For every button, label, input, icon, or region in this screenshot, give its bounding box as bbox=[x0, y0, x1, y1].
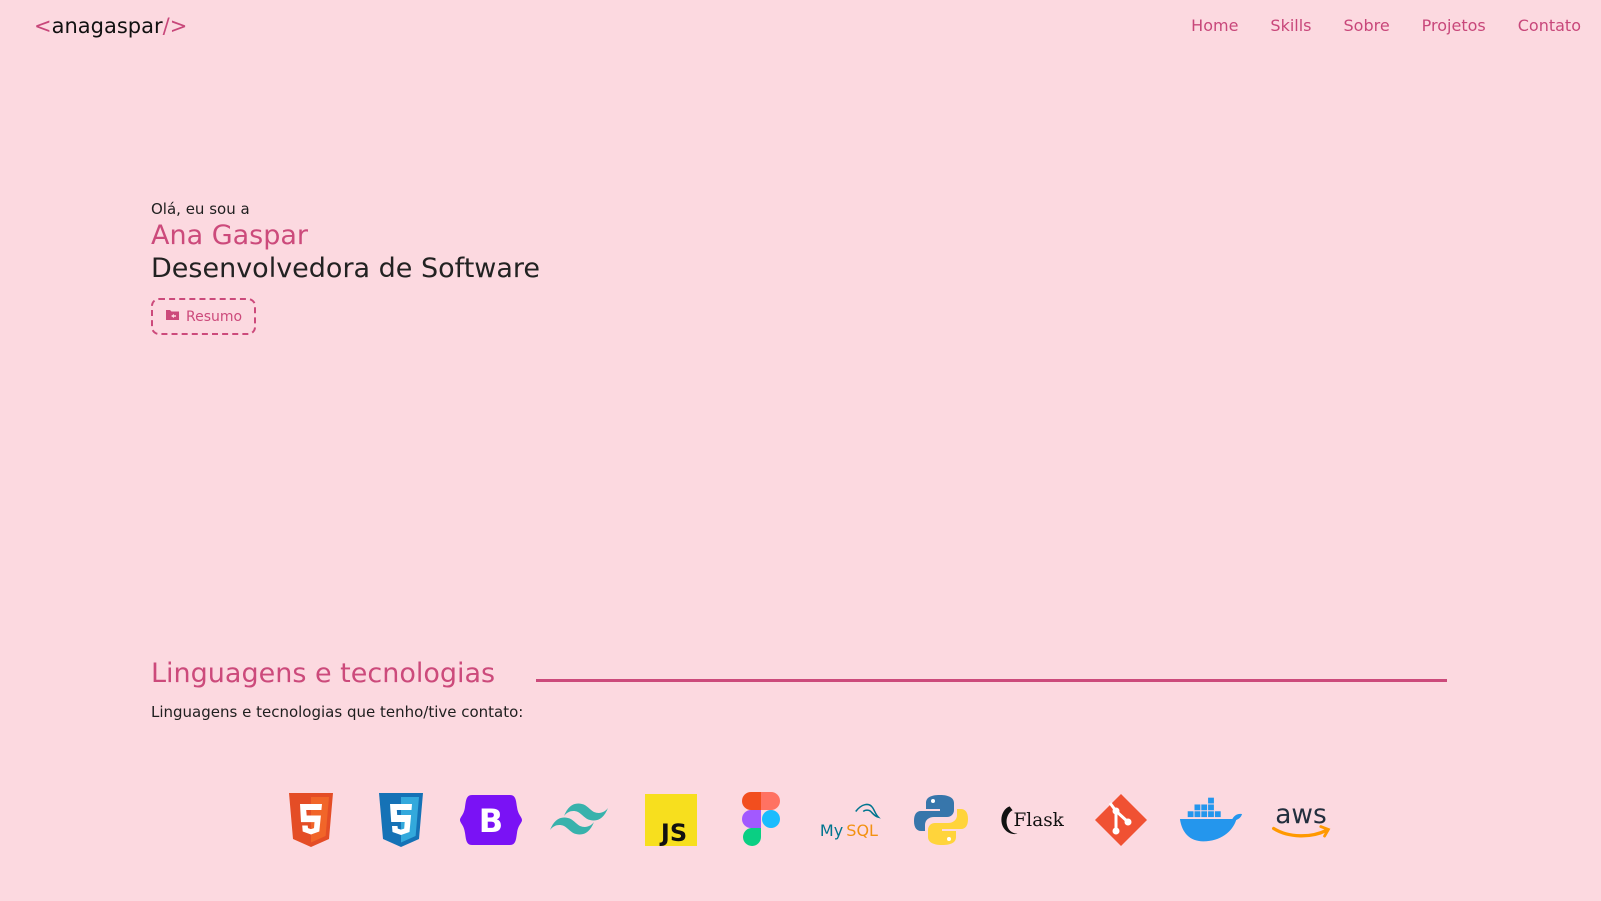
logo-close-bracket: /> bbox=[162, 14, 188, 38]
html5-icon bbox=[278, 792, 344, 848]
python-icon bbox=[908, 792, 974, 848]
hero-greeting: Olá, eu sou a bbox=[151, 200, 250, 218]
logo-text: anagaspar bbox=[51, 14, 163, 38]
mysql-icon: My SQL bbox=[818, 792, 884, 848]
flask-label: Flask bbox=[1014, 810, 1064, 831]
flask-icon: Flask bbox=[998, 792, 1064, 848]
css3-icon bbox=[368, 792, 434, 848]
logo-open-bracket: < bbox=[34, 14, 52, 38]
logo[interactable]: <anagaspar/> bbox=[34, 14, 187, 38]
folder-open-icon bbox=[165, 308, 180, 325]
aws-icon: aws bbox=[1268, 792, 1334, 848]
javascript-icon: JS bbox=[638, 792, 704, 848]
hero-role: Desenvolvedora de Software bbox=[151, 253, 541, 284]
tailwind-icon bbox=[548, 792, 614, 848]
nav-home[interactable]: Home bbox=[1191, 16, 1238, 35]
bootstrap-icon: B bbox=[458, 792, 524, 848]
skills-description: Linguagens e tecnologias que tenho/tive … bbox=[151, 703, 524, 721]
tech-icons: B JS My SQL Flask aws bbox=[278, 792, 1334, 848]
hero-section: Olá, eu sou a Ana Gaspar Desenvolvedora … bbox=[151, 200, 540, 335]
main-nav: Home Skills Sobre Projetos Contato bbox=[1191, 16, 1581, 35]
resume-label: Resumo bbox=[186, 308, 243, 325]
hero-name: Ana Gaspar bbox=[151, 220, 309, 251]
nav-sobre[interactable]: Sobre bbox=[1344, 16, 1390, 35]
git-icon bbox=[1088, 792, 1154, 848]
nav-projetos[interactable]: Projetos bbox=[1422, 16, 1486, 35]
nav-contato[interactable]: Contato bbox=[1518, 16, 1581, 35]
figma-icon bbox=[728, 792, 794, 848]
nav-skills[interactable]: Skills bbox=[1270, 16, 1311, 35]
resume-button[interactable]: Resumo bbox=[151, 298, 257, 335]
javascript-label: JS bbox=[659, 819, 687, 846]
mysql-sql-label: SQL bbox=[846, 821, 878, 840]
aws-label: aws bbox=[1275, 799, 1327, 830]
skills-divider bbox=[536, 679, 1447, 682]
mysql-my-label: My bbox=[820, 821, 843, 840]
docker-icon bbox=[1178, 792, 1244, 848]
bootstrap-label: B bbox=[479, 802, 503, 840]
skills-title: Linguagens e tecnologias bbox=[151, 658, 496, 689]
